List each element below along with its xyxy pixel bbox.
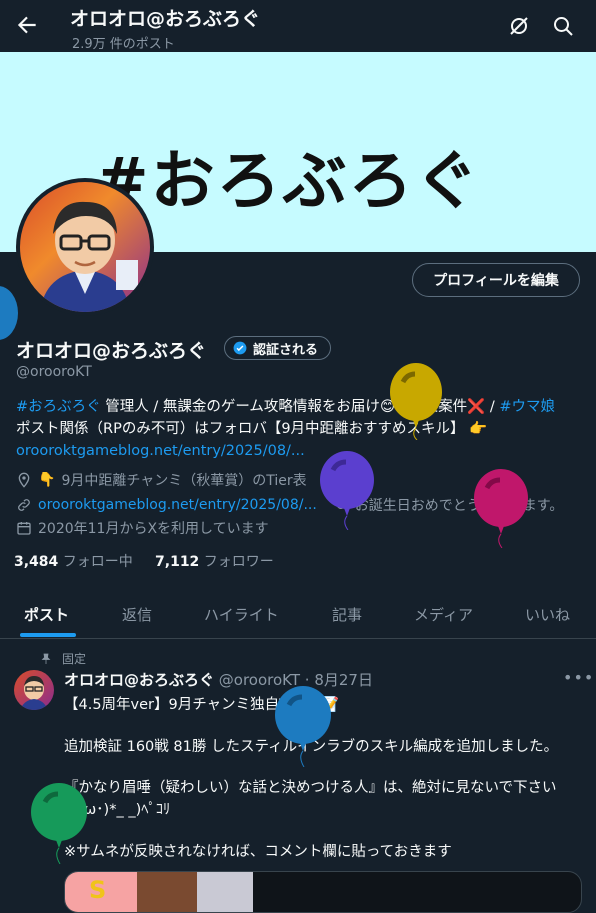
post-text-line: 『かなり眉唾（疑わしい）な話と決めつける人』は、絶対に見ないで下さい bbox=[64, 780, 557, 796]
point-right-emoji-icon: 👉 bbox=[469, 421, 488, 437]
tab-highlights[interactable]: ハイライト bbox=[204, 604, 279, 625]
verified-label: 認証される bbox=[253, 342, 319, 358]
tab-articles[interactable]: 記事 bbox=[332, 604, 362, 625]
link-icon bbox=[18, 499, 30, 511]
profile-name: オロオロ@おろぶろぐ bbox=[16, 340, 207, 362]
card-thumb-tier: S bbox=[65, 872, 137, 912]
cross-emoji-icon: ❌ bbox=[467, 399, 486, 415]
profile-birthday: お誕生日おめでとうございます。 bbox=[354, 498, 564, 514]
profile-tabs: ポスト 返信 ハイライト 記事 メディア いいね bbox=[0, 590, 596, 639]
edit-profile-button[interactable]: プロフィールを編集 bbox=[412, 263, 580, 297]
card-thumb-character bbox=[197, 872, 253, 912]
location-pin-icon bbox=[18, 472, 30, 488]
grok-icon[interactable] bbox=[507, 14, 531, 38]
pin-icon bbox=[41, 653, 51, 664]
bio-hashtag-umamusume[interactable]: #ウマ娘 bbox=[499, 399, 555, 415]
calendar-icon bbox=[17, 522, 31, 535]
followers-link[interactable]: 7,112 フォロワー bbox=[155, 554, 274, 570]
profile-handle: @orooroKT bbox=[16, 364, 92, 380]
card-thumb-character bbox=[137, 872, 197, 912]
bio-hashtag-oroblog[interactable]: #おろぶろぐ bbox=[16, 399, 101, 415]
tab-likes[interactable]: いいね bbox=[525, 604, 570, 625]
top-bar: オロオロ@おろぶろぐ 2.9万 件のポスト bbox=[0, 0, 596, 52]
tab-media[interactable]: メディア bbox=[414, 604, 473, 625]
more-options-icon[interactable]: ••• bbox=[563, 668, 594, 687]
balloon-icon bbox=[275, 686, 331, 767]
post-author-avatar[interactable] bbox=[14, 670, 54, 710]
banner-text: #おろぶろぐ bbox=[95, 145, 481, 219]
back-arrow-icon[interactable] bbox=[14, 12, 40, 38]
avatar-image bbox=[20, 182, 150, 312]
tab-replies[interactable]: 返信 bbox=[122, 604, 152, 625]
profile-location: 👇 9月中距離チャンミ（秋華賞）のTier表 bbox=[16, 470, 307, 490]
pinned-label: 固定 bbox=[40, 650, 86, 667]
header-title: オロオロ@おろぶろぐ bbox=[70, 8, 261, 30]
follow-stats: 3,484 フォロー中 7,112 フォロワー bbox=[14, 551, 274, 571]
balloon-icon bbox=[474, 469, 528, 548]
point-down-emoji-icon: 👇 bbox=[38, 472, 56, 488]
balloon-icon bbox=[31, 783, 87, 864]
tab-posts[interactable]: ポスト bbox=[24, 604, 69, 625]
profile-website-link[interactable]: oroorokt​gameblog.net/entry/2025/08/... bbox=[38, 497, 317, 513]
search-icon[interactable] bbox=[551, 14, 575, 38]
bio-link[interactable]: oroorokt​gameblog.net/entry/2025/08/... bbox=[16, 440, 586, 462]
profile-bio: #おろぶろぐ 管理人 / 無課金のゲーム攻略情報をお届け😊 / 企業案件❌ / … bbox=[16, 396, 586, 462]
verified-badge[interactable]: 認証される bbox=[224, 336, 332, 360]
profile-joined: 2020年11月からXを利用しています bbox=[16, 518, 269, 538]
balloon-icon bbox=[320, 451, 374, 530]
profile-avatar[interactable] bbox=[16, 178, 154, 316]
verified-check-icon bbox=[233, 341, 247, 355]
active-tab-indicator bbox=[20, 633, 76, 637]
following-link[interactable]: 3,484 フォロー中 bbox=[14, 554, 133, 570]
post-author-name[interactable]: オロオロ@おろぶろぐ bbox=[64, 671, 214, 689]
header-post-count: 2.9万 件のポスト bbox=[72, 37, 175, 52]
balloon-icon bbox=[390, 363, 442, 440]
post-media-card[interactable]: S bbox=[64, 871, 582, 913]
post-text-line: ※サムネが反映されなければ、コメント欄に貼っておきます bbox=[64, 844, 452, 860]
